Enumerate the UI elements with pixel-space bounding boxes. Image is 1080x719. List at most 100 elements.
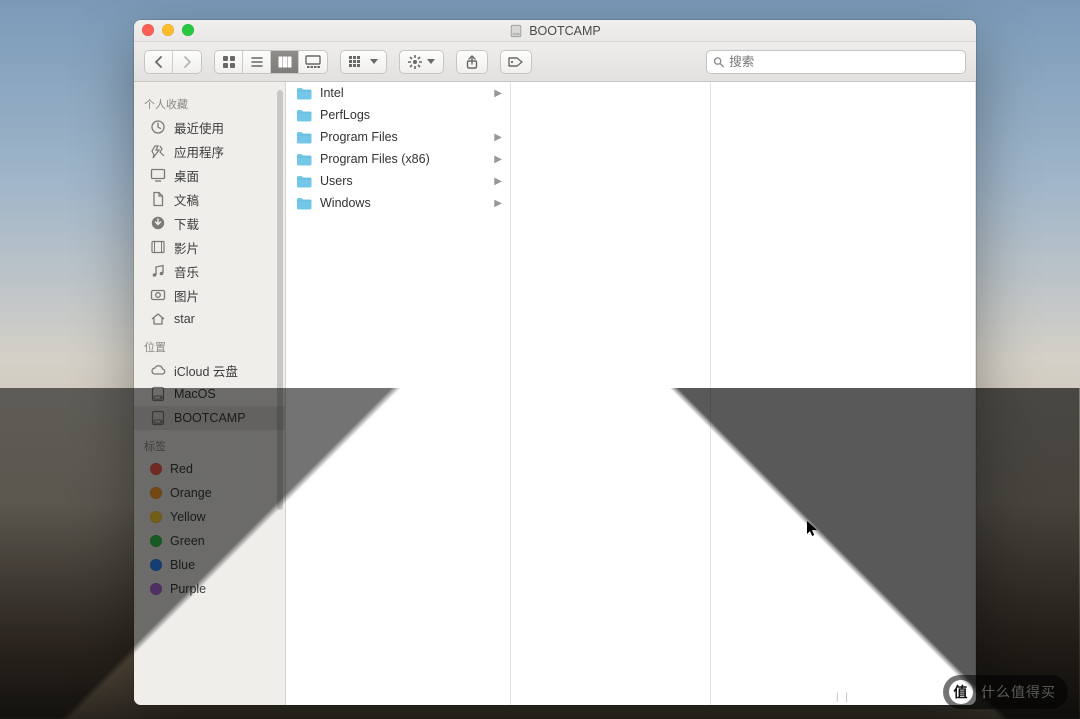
- tag-icon: [508, 56, 524, 68]
- sidebar-item[interactable]: star: [134, 307, 285, 331]
- tag-dot-icon: [150, 511, 162, 523]
- movie-icon: [150, 239, 166, 255]
- tag-dot-icon: [150, 583, 162, 595]
- cloud-icon: [150, 362, 166, 378]
- window-body: 个人收藏最近使用应用程序桌面文稿下载影片音乐图片star位置iCloud 云盘M…: [134, 82, 976, 705]
- sidebar-item[interactable]: 最近使用: [134, 115, 285, 139]
- column-view: Intel▶PerfLogsProgram Files▶Program File…: [286, 82, 976, 705]
- zoom-button[interactable]: [182, 24, 194, 36]
- back-button[interactable]: [145, 51, 173, 73]
- doc-icon: [150, 191, 166, 207]
- file-name: PerfLogs: [320, 108, 502, 122]
- sidebar-item[interactable]: 桌面: [134, 163, 285, 187]
- tag-dot-icon: [150, 487, 162, 499]
- sidebar[interactable]: 个人收藏最近使用应用程序桌面文稿下载影片音乐图片star位置iCloud 云盘M…: [134, 82, 286, 705]
- column-2[interactable]: [511, 82, 711, 705]
- finder-window: BOOTCAMP: [134, 20, 976, 705]
- sidebar-item-label: Yellow: [170, 510, 206, 524]
- sidebar-item-label: 最近使用: [174, 118, 224, 137]
- minimize-button[interactable]: [162, 24, 174, 36]
- sidebar-item[interactable]: Yellow: [134, 505, 285, 529]
- view-list-button[interactable]: [243, 51, 271, 73]
- home-icon: [150, 311, 166, 327]
- disk-icon: [150, 410, 166, 426]
- sidebar-item-label: Red: [170, 462, 193, 476]
- file-name: Windows: [320, 196, 486, 210]
- window-title-text: BOOTCAMP: [529, 24, 601, 38]
- sidebar-item[interactable]: BOOTCAMP: [134, 406, 285, 430]
- close-button[interactable]: [142, 24, 154, 36]
- cursor-icon: [806, 520, 820, 538]
- sidebar-item[interactable]: Red: [134, 457, 285, 481]
- column-resize-grip[interactable]: | |: [836, 692, 850, 703]
- search-icon: [713, 56, 724, 68]
- clock-icon: [150, 119, 166, 135]
- folder-icon: [296, 153, 312, 166]
- sidebar-item[interactable]: 影片: [134, 235, 285, 259]
- sidebar-item-label: Blue: [170, 558, 195, 572]
- sidebar-item-label: Purple: [170, 582, 206, 596]
- arrange-menu[interactable]: [340, 50, 387, 74]
- disclosure-arrow-icon: ▶: [494, 154, 502, 165]
- forward-button[interactable]: [173, 51, 201, 73]
- search-field[interactable]: [706, 50, 966, 74]
- sidebar-item-label: Green: [170, 534, 205, 548]
- file-row[interactable]: Users▶: [286, 170, 510, 192]
- file-name: Intel: [320, 86, 486, 100]
- download-icon: [150, 215, 166, 231]
- sidebar-item[interactable]: iCloud 云盘: [134, 358, 285, 382]
- sidebar-item[interactable]: 文稿: [134, 187, 285, 211]
- sidebar-item[interactable]: Blue: [134, 553, 285, 577]
- toolbar: [134, 42, 976, 82]
- sidebar-item-label: star: [174, 312, 195, 326]
- view-icons-button[interactable]: [215, 51, 243, 73]
- sidebar-item-label: 影片: [174, 238, 199, 257]
- scrollbar[interactable]: [277, 90, 283, 510]
- column-1[interactable]: Intel▶PerfLogsProgram Files▶Program File…: [286, 82, 511, 705]
- view-columns-button[interactable]: [271, 51, 299, 73]
- chevron-down-icon: [370, 59, 378, 64]
- sidebar-item-label: BOOTCAMP: [174, 411, 246, 425]
- folder-icon: [296, 175, 312, 188]
- sidebar-item[interactable]: 下载: [134, 211, 285, 235]
- action-menu[interactable]: [399, 50, 444, 74]
- watermark-badge: 值: [949, 680, 973, 704]
- file-row[interactable]: Intel▶: [286, 82, 510, 104]
- sidebar-item[interactable]: 应用程序: [134, 139, 285, 163]
- watermark-text: 什么值得买: [981, 682, 1056, 702]
- search-input[interactable]: [729, 55, 959, 69]
- watermark: 值 什么值得买: [943, 675, 1068, 709]
- sidebar-item[interactable]: 音乐: [134, 259, 285, 283]
- file-row[interactable]: Program Files▶: [286, 126, 510, 148]
- titlebar[interactable]: BOOTCAMP: [134, 20, 976, 42]
- file-row[interactable]: PerfLogs: [286, 104, 510, 126]
- folder-icon: [296, 131, 312, 144]
- file-name: Users: [320, 174, 486, 188]
- sidebar-item[interactable]: Green: [134, 529, 285, 553]
- file-row[interactable]: Program Files (x86)▶: [286, 148, 510, 170]
- sidebar-item[interactable]: Purple: [134, 577, 285, 601]
- share-icon: [466, 55, 478, 69]
- sidebar-item-label: 图片: [174, 286, 199, 305]
- sidebar-item-label: 下载: [174, 214, 199, 233]
- sidebar-item-label: 应用程序: [174, 142, 224, 161]
- volume-icon: [509, 24, 523, 38]
- file-row[interactable]: Windows ▶: [286, 192, 510, 214]
- disclosure-arrow-icon: ▶: [494, 198, 502, 209]
- sidebar-item[interactable]: 图片: [134, 283, 285, 307]
- tag-dot-icon: [150, 559, 162, 571]
- view-gallery-button[interactable]: [299, 51, 327, 73]
- view-switcher: [214, 50, 328, 74]
- column-3[interactable]: | |: [711, 82, 976, 705]
- sidebar-section-title: 标签: [134, 430, 285, 457]
- sidebar-item[interactable]: Orange: [134, 481, 285, 505]
- share-button[interactable]: [456, 50, 488, 74]
- disk-icon: [150, 386, 166, 402]
- folder-icon: [296, 87, 312, 100]
- sidebar-item-label: 音乐: [174, 262, 199, 281]
- tags-button[interactable]: [500, 50, 532, 74]
- music-icon: [150, 263, 166, 279]
- apps-icon: [150, 143, 166, 159]
- sidebar-item[interactable]: MacOS: [134, 382, 285, 406]
- sidebar-section-title: 位置: [134, 331, 285, 358]
